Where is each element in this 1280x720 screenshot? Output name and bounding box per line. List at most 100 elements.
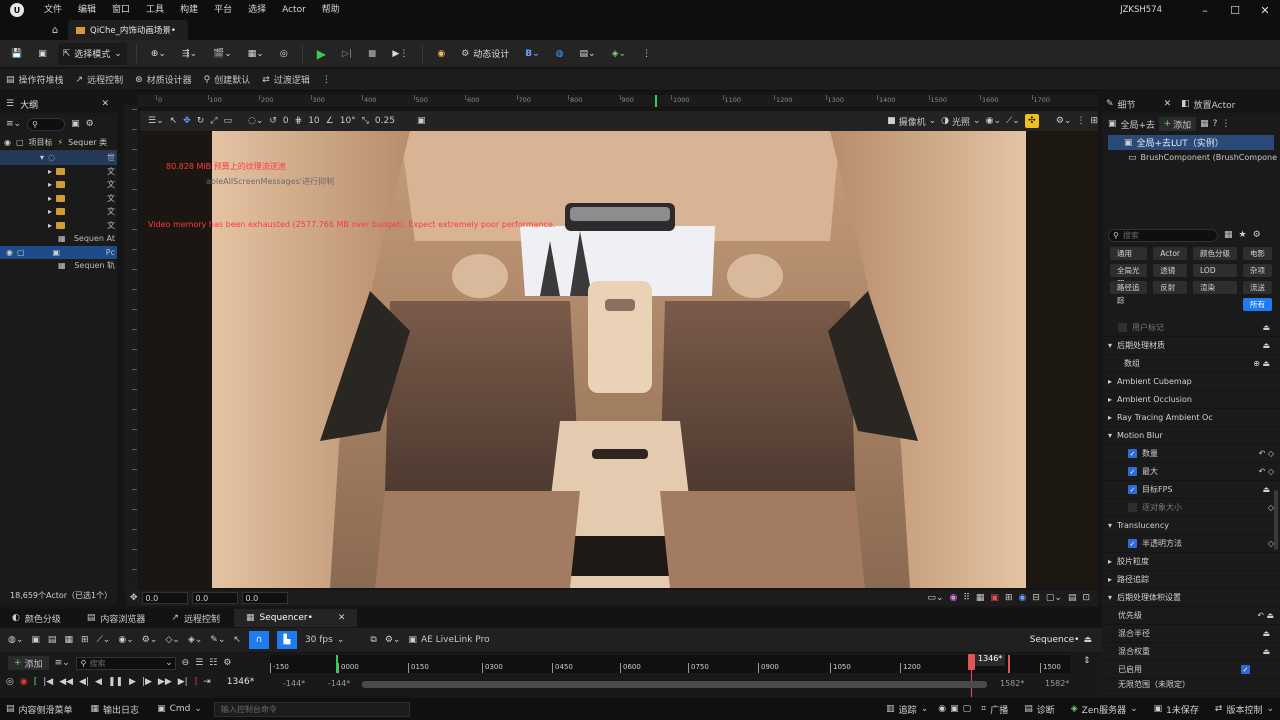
play-reverse-icon[interactable]: ◀ [95, 677, 102, 687]
checkbox[interactable]: ✓ [1241, 665, 1250, 674]
find-in-browser-icon[interactable]: ▤ [48, 635, 57, 645]
category-postprocess-materials[interactable]: ▾ 后期处理材质 ⏏ [1102, 337, 1280, 355]
timeline-ruler[interactable]: -150 0000 0150 0300 0450 0600 0750 0900 1050 1200… [270, 655, 1070, 673]
camera-speed-icon[interactable]: ▣ [417, 116, 426, 126]
tree-row[interactable]: ▸ 文 [0, 165, 117, 179]
actions-icon[interactable]: ⊞ [81, 635, 89, 645]
step-icon[interactable]: ▷| [337, 43, 357, 65]
brush-icon[interactable]: ✎⌄ [210, 635, 225, 645]
range-end-a[interactable]: 1582* [1000, 679, 1024, 688]
console-input[interactable]: 输入控制台命令 [213, 701, 410, 717]
coord-x-field[interactable]: 0.0 [141, 592, 188, 604]
translate-tool-icon[interactable]: ✥ [183, 116, 191, 126]
category-ray-tracing-ao[interactable]: ▸ Ray Tracing Ambient Oc [1102, 409, 1280, 427]
settings-icon[interactable]: ⚙ [86, 119, 94, 129]
next-key-icon[interactable]: ▶▶ [158, 677, 172, 687]
tree-row-world[interactable]: ▾ ◌ 世 [0, 151, 117, 165]
scale-snap-icon[interactable]: ⤡ [362, 116, 369, 126]
playback-end-marker[interactable] [1008, 655, 1010, 673]
tree-row-selected[interactable]: ◉ ▢ ▣ Pc [0, 245, 117, 259]
filter-misc[interactable]: 杂项 [1243, 264, 1272, 277]
close-icon[interactable]: ✕ [1164, 99, 1172, 109]
column-label[interactable]: 项目标 [29, 137, 53, 148]
add-actor-icon[interactable]: ⊕⌄ [146, 43, 171, 65]
camera-icon[interactable]: ▣ [950, 704, 959, 714]
property-row[interactable]: 混合半径 ⏏ [1102, 625, 1280, 643]
performance-icon[interactable]: ⟋⌄ [1006, 116, 1020, 126]
operator-stack-button[interactable]: ▤ 操作符堆栈 [6, 73, 64, 87]
add-folder-icon[interactable]: ▣ [71, 119, 80, 129]
outliner-search-input[interactable]: ⚲ [27, 117, 66, 131]
menu-select[interactable]: 选择 [240, 0, 274, 20]
source-control-button[interactable]: ⇄ 版本控制 ⌄ [1209, 698, 1280, 720]
reset-icon[interactable]: ↶ ◇ [1259, 467, 1274, 476]
property-row[interactable]: 无限范围（未限定） [1102, 679, 1280, 691]
lock-icon[interactable]: ⏏ [1262, 647, 1270, 656]
key-icon[interactable]: ⟋⌄ [97, 635, 111, 645]
playback-start-marker[interactable] [336, 655, 338, 673]
menu-window[interactable]: 窗口 [104, 0, 138, 20]
lines-icon[interactable]: ☰ [195, 658, 203, 668]
close-icon[interactable]: ✕ [338, 613, 346, 623]
menu-file[interactable]: 文件 [36, 0, 70, 20]
play-icon[interactable]: ▶ [312, 43, 331, 65]
grid-snap-icon[interactable]: ⋕ [295, 116, 303, 126]
expand-icon[interactable]: ▸ [48, 194, 52, 203]
more-icon[interactable]: ⋮ [322, 75, 331, 85]
camera-dropdown[interactable]: ■ 摄像机 ⌄ [887, 115, 936, 128]
menu-help[interactable]: 帮助 [314, 0, 348, 20]
menu-platform[interactable]: 平台 [206, 0, 240, 20]
lock-icon[interactable]: ⏏ [1262, 341, 1270, 350]
filter-reflection[interactable]: 反射 [1153, 281, 1187, 294]
modeling-icon[interactable]: ▦⌄ [243, 43, 269, 65]
unsaved-button[interactable]: ▣ 1未保存 [1148, 698, 1205, 720]
add-track-button[interactable]: + 添加 [8, 656, 49, 670]
cmd-dropdown[interactable]: ▣ Cmd ⌄ [151, 698, 208, 720]
filter-streaming[interactable]: 流送 [1243, 281, 1272, 294]
expand-icon[interactable]: ⊡ [1082, 593, 1090, 603]
track-search-input[interactable]: ⚲ 搜索 ⌄ [75, 656, 176, 670]
snap-grid-value[interactable]: 10 [308, 116, 319, 126]
property-row[interactable]: ✓ 最大 ↶ ◇ [1102, 463, 1280, 481]
checkbox[interactable]: ✓ [1128, 485, 1137, 494]
blueprint-icon[interactable]: ▦ [1200, 119, 1209, 129]
snap-magnet-icon[interactable]: ∩ [248, 631, 269, 649]
expand-icon[interactable]: ▸ [48, 167, 52, 176]
level-tab[interactable]: QiChe_内饰动画场景• [68, 20, 188, 40]
close-window-icon[interactable]: ✕ [1250, 4, 1280, 17]
view-options-icon[interactable]: ◉⌄ [118, 635, 133, 645]
livelink-button[interactable]: ▣ AE LiveLink Pro [408, 635, 489, 645]
property-row[interactable]: 优先级 ↶ ⏏ [1102, 607, 1280, 625]
property-row[interactable]: 混合权重 ⏏ [1102, 643, 1280, 661]
add-component-button[interactable]: + 添加 [1158, 117, 1197, 131]
show-flags-icon[interactable]: ◉⌄ [986, 116, 1001, 126]
fps-dropdown[interactable]: 30 fps ⌄ [305, 635, 344, 645]
sequence-breadcrumb[interactable]: Sequence• ⏏ [1030, 635, 1092, 645]
settings-icon[interactable]: ⚙ [223, 658, 231, 668]
lock-icon[interactable]: ⏏ [1262, 629, 1270, 638]
loop-icon[interactable]: ◎ [6, 677, 14, 687]
component-item[interactable]: ▭ BrushComponent (BrushCompone [1102, 150, 1280, 165]
transition-logic-button[interactable]: ⇄ 过渡逻辑 [262, 73, 310, 87]
table-view-icon[interactable]: ▦ [1224, 230, 1233, 240]
menu-build[interactable]: 构建 [172, 0, 206, 20]
world-icon[interactable]: ◍⌄ [8, 635, 23, 645]
snap-angle-value[interactable]: 10° [340, 116, 356, 126]
eye-icon[interactable]: ◉ [4, 138, 11, 147]
curve-editor-icon[interactable]: ⧉ [370, 635, 376, 645]
grid-icon[interactable]: ⊞ [1005, 593, 1013, 603]
view-range-scrollbar[interactable] [362, 681, 987, 688]
prev-key-icon[interactable]: ◀◀ [59, 677, 73, 687]
lock-icon[interactable]: ⏏ [1083, 635, 1092, 645]
create-default-button[interactable]: ⚲ 创建默认 [204, 73, 251, 87]
jump-to-start-icon[interactable]: |◀ [43, 677, 53, 687]
filter-lod[interactable]: LOD [1193, 264, 1237, 277]
bone-icon[interactable]: ⊟ [1032, 593, 1040, 603]
filter-actor[interactable]: Actor [1153, 247, 1187, 260]
expand-icon[interactable]: ▸ [48, 221, 52, 230]
property-row[interactable]: ✓ 目标FPS ⏏ [1102, 481, 1280, 499]
layers-icon[interactable]: ▤ [1068, 593, 1077, 603]
keyframe-icon[interactable]: ◇⌄ [165, 635, 179, 645]
record-icon[interactable]: ◉ [20, 677, 28, 687]
snap-scale-value[interactable]: 0.25 [375, 116, 395, 126]
